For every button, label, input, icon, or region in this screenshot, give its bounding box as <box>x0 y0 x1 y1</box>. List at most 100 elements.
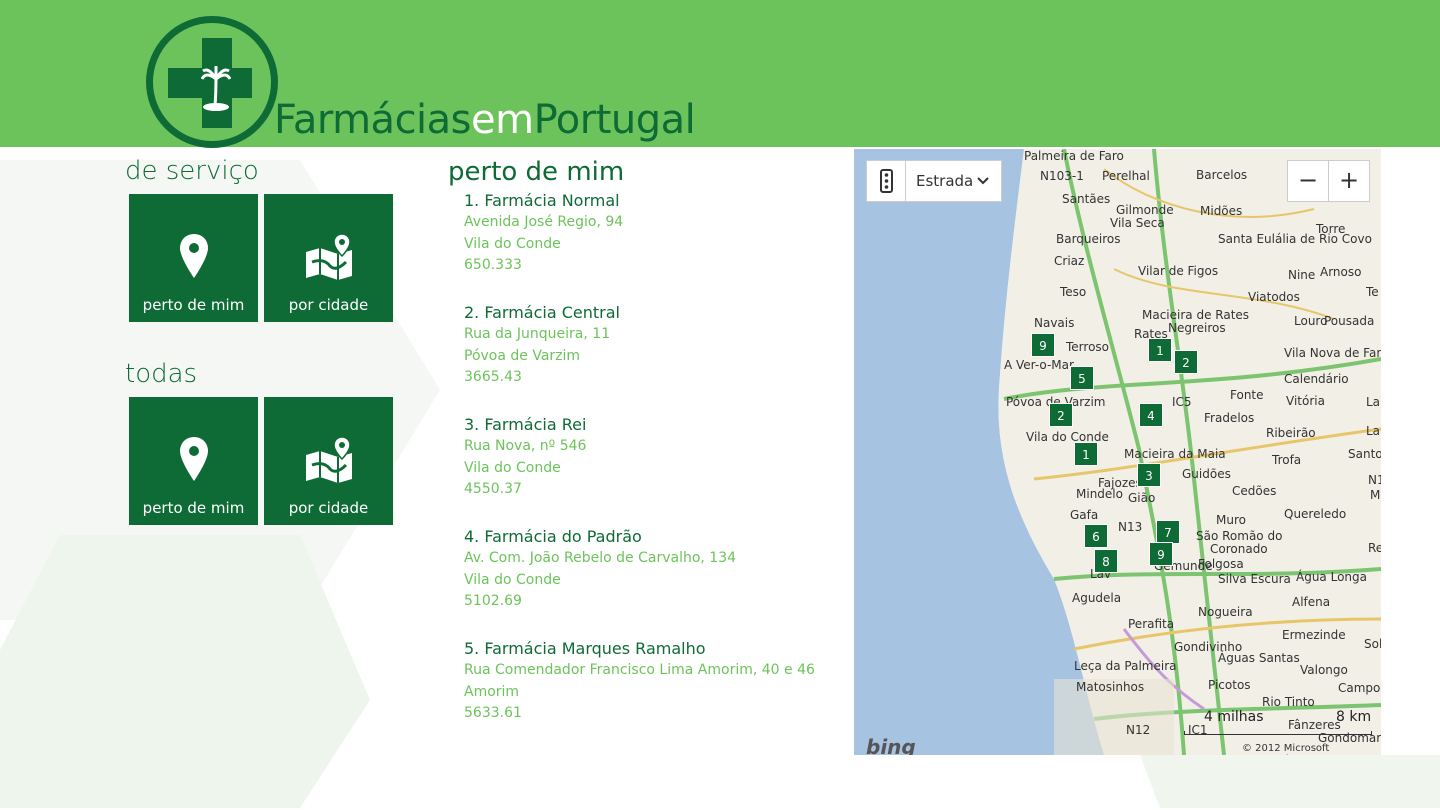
list-item[interactable]: 2. Farmácia Central Rua da Junqueira, 11… <box>464 302 844 389</box>
map-style-select[interactable]: Estrada <box>905 160 1002 202</box>
zoom-out-button[interactable]: − <box>1287 160 1329 202</box>
tile-label: por cidade <box>288 499 369 517</box>
tile-de-servico-perto-de-mim[interactable]: perto de mim <box>129 194 258 322</box>
pharmacy-map-pin[interactable]: 6 <box>1084 524 1108 548</box>
map-label: Fradelos <box>1204 411 1255 425</box>
scale-bar <box>1184 731 1372 735</box>
map-label: Pousada <box>1324 314 1375 328</box>
map-label: Perelhal <box>1102 169 1150 183</box>
pharmacy-address: Rua Nova, nº 546 <box>464 438 587 454</box>
pharmacy-name: 3. Farmácia Rei <box>464 415 587 434</box>
pharmacy-map-pin[interactable]: 2 <box>1049 403 1073 427</box>
section-title-todas: todas <box>125 359 198 389</box>
pharmacy-distance: 3665.43 <box>464 369 522 385</box>
map-label: Torre <box>1316 222 1346 236</box>
pharmacy-name: 4. Farmácia do Padrão <box>464 527 642 546</box>
map-label: Quereledo <box>1284 507 1347 521</box>
pharmacy-map-pin[interactable]: 7 <box>1156 520 1180 544</box>
pharmacy-distance: 5102.69 <box>464 593 522 609</box>
city-map-icon <box>305 233 352 280</box>
map-label: Fânzeres <box>1288 718 1341 732</box>
app-header: FarmáciasemPortugal <box>0 0 1440 148</box>
zoom-in-button[interactable]: + <box>1328 160 1370 202</box>
map-label: Reg <box>1368 541 1381 555</box>
map-view[interactable]: Estrada − + Palmeira de Faro N103-1 Perelh… <box>854 149 1381 755</box>
traffic-light-icon <box>880 169 893 193</box>
map-label: Picotos <box>1208 678 1251 692</box>
pharmacy-map-pin[interactable]: 2 <box>1174 350 1198 374</box>
tile-label: perto de mim <box>142 296 245 314</box>
pharmacy-map-pin[interactable]: 1 <box>1074 442 1098 466</box>
tile-label: por cidade <box>288 296 369 314</box>
map-label: Arnoso <box>1320 265 1362 279</box>
pharmacy-city: Vila do Conde <box>464 571 561 588</box>
pharmacy-distance: 4550.37 <box>464 481 522 497</box>
map-label: Ribeirão <box>1266 426 1316 440</box>
pharmacy-map-pin[interactable]: 9 <box>1031 333 1055 357</box>
map-label: Águas Santas <box>1218 651 1300 665</box>
map-label: Trofa <box>1272 453 1302 467</box>
tile-todas-por-cidade[interactable]: por cidade <box>264 397 393 525</box>
map-style-value: Estrada <box>916 172 974 190</box>
map-label: Perafita <box>1128 617 1175 631</box>
map-label: Muro <box>1216 513 1246 527</box>
map-label: Sobra <box>1364 637 1381 651</box>
pharmacy-map-pin[interactable]: 9 <box>1149 542 1173 566</box>
pharmacy-name: 2. Farmácia Central <box>464 303 620 322</box>
map-label: N13 <box>1118 520 1143 534</box>
map-label: Coronado <box>1210 542 1268 556</box>
pharmacy-map-pin[interactable]: 5 <box>1070 366 1094 390</box>
map-label: Mindelo <box>1076 487 1123 501</box>
pharmacy-city: Amorim <box>464 683 520 700</box>
pharmacy-address: Avenida José Regio, 94 <box>464 214 624 230</box>
map-label: Silva Escura <box>1218 572 1291 586</box>
tile-de-servico-por-cidade[interactable]: por cidade <box>264 194 393 322</box>
map-label: N105 <box>1368 473 1381 487</box>
scale-km: 8 km <box>1336 709 1372 725</box>
map-label: Água Longa <box>1296 570 1367 584</box>
list-item[interactable]: 5. Farmácia Marques Ramalho Rua Comendad… <box>464 638 844 725</box>
map-label: Mo <box>1370 488 1381 502</box>
pharmacy-map-pin[interactable]: 3 <box>1137 463 1161 487</box>
traffic-toggle-button[interactable] <box>866 160 907 202</box>
map-label: Agudela <box>1072 591 1122 605</box>
map-label: Criaz <box>1054 254 1085 268</box>
pharmacy-distance: 650.333 <box>464 257 522 273</box>
map-pin-icon <box>179 437 208 481</box>
pharmacy-list[interactable]: perto de mim 1. Farmácia Normal Avenida … <box>448 150 848 755</box>
tile-label: perto de mim <box>142 499 245 517</box>
map-label: Viatodos <box>1248 290 1300 304</box>
map-label: Louro <box>1294 314 1328 328</box>
tile-todas-perto-de-mim[interactable]: perto de mim <box>129 397 258 525</box>
bing-logo: bing <box>866 735 916 755</box>
map-label: Landi <box>1366 395 1381 409</box>
list-item[interactable]: 1. Farmácia Normal Avenida José Regio, 9… <box>464 190 844 277</box>
pharmacy-map-pin[interactable]: 8 <box>1094 549 1118 573</box>
pharmacy-map-pin[interactable]: 1 <box>1148 338 1172 362</box>
map-label: Macieira da Maia <box>1124 447 1226 461</box>
map-label: Santães <box>1062 192 1111 206</box>
pharmacy-address: Rua Comendador Francisco Lima Amorim, 40… <box>464 662 815 678</box>
map-label: N103-1 <box>1040 169 1084 183</box>
map-label: Leça da Palmeira <box>1074 659 1177 673</box>
map-label: N12 <box>1126 723 1151 737</box>
pharmacy-address: Av. Com. João Rebelo de Carvalho, 134 <box>464 550 737 566</box>
pharmacy-map-pin[interactable]: 4 <box>1139 403 1163 427</box>
pharmacy-name: 1. Farmácia Normal <box>464 191 620 210</box>
map-label: Vitória <box>1286 394 1325 408</box>
map-label: Navais <box>1034 316 1075 330</box>
map-label: Barcelos <box>1196 168 1248 182</box>
map-label: Valongo <box>1300 663 1348 677</box>
map-pin-icon <box>179 234 208 278</box>
list-item[interactable]: 3. Farmácia Rei Rua Nova, nº 546 Vila do… <box>464 414 844 501</box>
map-label: Negreiros <box>1168 321 1226 335</box>
map-label: Te <box>1366 285 1379 299</box>
list-item[interactable]: 4. Farmácia do Padrão Av. Com. João Rebe… <box>464 526 844 613</box>
map-label: Cedões <box>1232 484 1277 498</box>
map-label: Terroso <box>1066 340 1110 354</box>
map-label: Gilmonde <box>1116 203 1174 217</box>
map-label: Santo Tir <box>1348 447 1381 461</box>
map-copyright: © 2012 Microsoft Corporation <box>1242 743 1330 755</box>
map-label: Campo <box>1338 681 1381 695</box>
map-label: Alfena <box>1292 595 1331 609</box>
